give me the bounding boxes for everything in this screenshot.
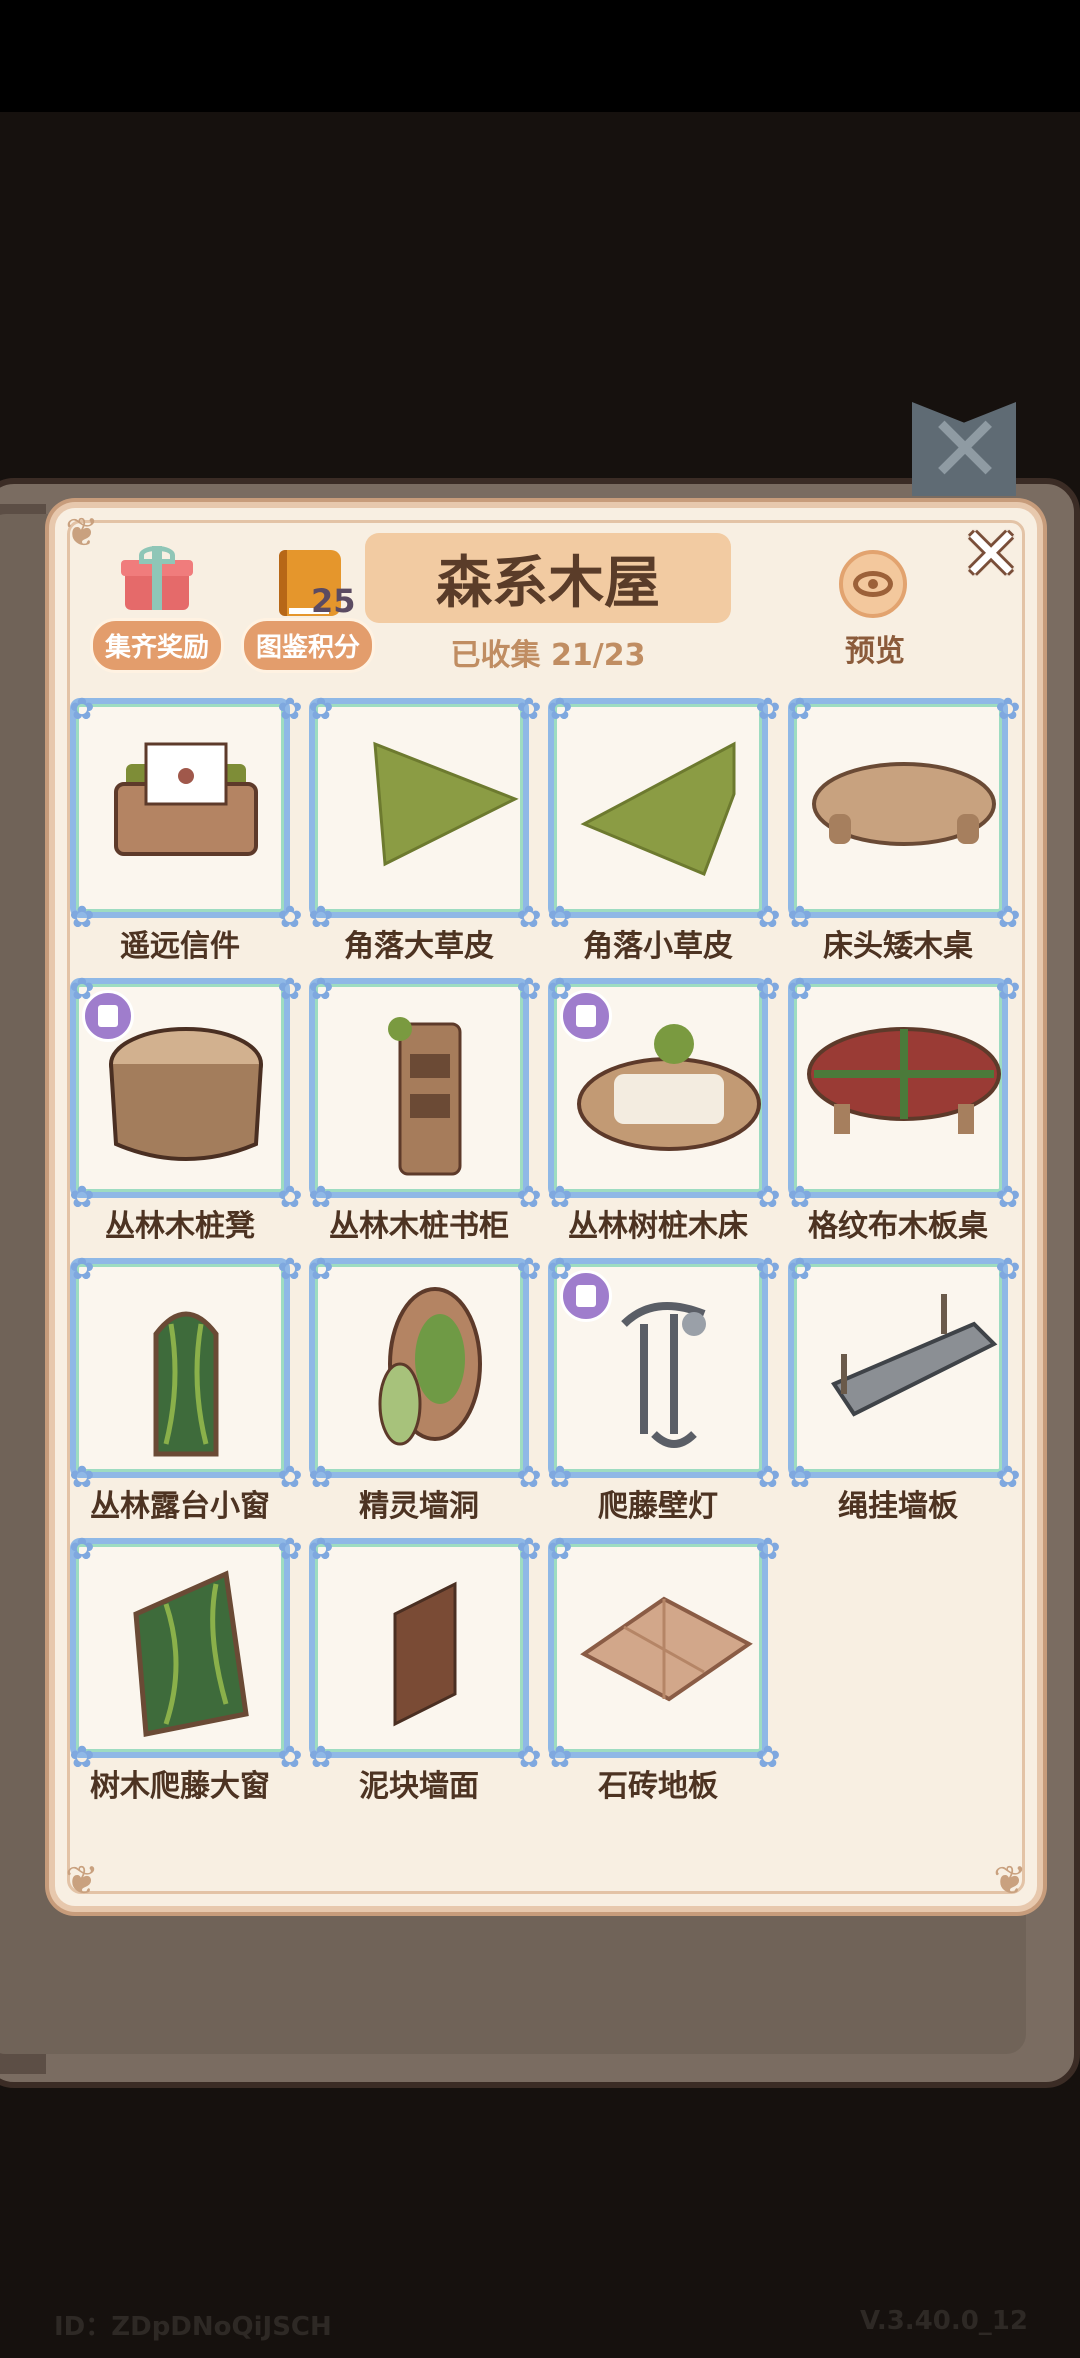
ribbon-bow-icon: ✿	[995, 1252, 1021, 1287]
collection-item[interactable]: ✿ ✿ ✿ ✿ 角落小草皮	[547, 692, 780, 964]
ribbon-bow-icon: ✿	[755, 972, 781, 1007]
collection-item[interactable]: ✿ ✿ ✿ ✿ 精灵墙洞	[308, 1252, 541, 1524]
version-label: V.3.40.0_12	[860, 2306, 1028, 2336]
eye-icon	[839, 550, 907, 618]
collection-item[interactable]: ✿ ✿ ✿ ✿ 丛林树桩木床	[547, 972, 780, 1244]
ribbon-bow-icon: ✿	[308, 1252, 334, 1287]
fairy-hole-image	[378, 1287, 482, 1446]
ribbon-bow-icon: ✿	[755, 1252, 781, 1287]
codex-points-button[interactable]: 25 图鉴积分	[241, 538, 376, 673]
item-frame: ✿ ✿ ✿ ✿	[787, 972, 1020, 1215]
item-frame: ✿ ✿ ✿ ✿	[308, 1252, 541, 1495]
codex-points-count: 25	[311, 582, 356, 620]
close-button[interactable]: ✕	[959, 512, 1023, 596]
set-reward-label: 集齐奖励	[89, 618, 224, 673]
gift-icon	[121, 546, 193, 610]
item-frame: ✿ ✿ ✿ ✿	[787, 1252, 1020, 1495]
collection-item[interactable]: ✿ ✿ ✿ ✿ 绳挂墙板	[787, 1252, 1020, 1524]
ribbon-bow-icon: ✿	[308, 972, 334, 1007]
interactive-badge-icon	[82, 990, 134, 1042]
item-name: 角落小草皮	[583, 929, 733, 964]
stump-bookshelf-image	[388, 1017, 462, 1176]
set-reward-button[interactable]: 集齐奖励	[67, 538, 247, 673]
item-frame: ✿ ✿ ✿ ✿	[69, 972, 302, 1215]
item-name: 泥块墙面	[359, 1769, 479, 1804]
item-name: 遥远信件	[120, 929, 240, 964]
ribbon-bow-icon: ✿	[995, 692, 1021, 727]
item-name: 丛林木桩书柜	[329, 1209, 509, 1244]
collection-item[interactable]: ✿ ✿ ✿ ✿ 丛林露台小窗	[69, 1252, 302, 1524]
ribbon-bow-icon: ✿	[69, 692, 95, 727]
collection-item[interactable]: ✿ ✿ ✿ ✿ 爬藤壁灯	[547, 1252, 780, 1524]
collection-item[interactable]: ✿ ✿ ✿ ✿ 格纹布木板桌	[787, 972, 1020, 1244]
item-name: 绳挂墙板	[838, 1489, 958, 1524]
ribbon-bow-icon: ✿	[755, 1532, 781, 1567]
close-icon: ✕	[960, 512, 1022, 596]
item-frame: ✿ ✿ ✿ ✿	[69, 1532, 302, 1775]
ribbon-bow-icon: ✿	[787, 692, 813, 727]
user-id: ID：ZDpDNoQiJSCH	[54, 2312, 332, 2342]
item-name: 角落大草皮	[344, 929, 494, 964]
item-name: 丛林露台小窗	[90, 1489, 270, 1524]
page-title: 森系木屋	[365, 533, 731, 623]
item-frame: ✿ ✿ ✿ ✿	[69, 1252, 302, 1495]
letter-box-image	[114, 742, 258, 856]
collection-item[interactable]: ✿ ✿ ✿ ✿ 遥远信件	[69, 692, 302, 964]
ribbon-bow-icon: ✿	[69, 1252, 95, 1287]
mud-wall-image	[393, 1581, 457, 1727]
preview-label: 预览	[845, 634, 905, 669]
interactive-badge-icon	[560, 1270, 612, 1322]
item-name: 格纹布木板桌	[808, 1209, 988, 1244]
item-frame: ✿ ✿ ✿ ✿	[547, 692, 780, 935]
collection-item[interactable]: ✿ ✿ ✿ ✿ 丛林木桩凳	[69, 972, 302, 1244]
collection-item[interactable]: ✿ ✿ ✿ ✿ 树木爬藤大窗	[69, 1532, 302, 1804]
corner-ornament-icon: ❦	[65, 1858, 99, 1904]
low-wood-table-image	[812, 762, 996, 846]
item-frame: ✿ ✿ ✿ ✿	[308, 1532, 541, 1775]
item-name: 石砖地板	[598, 1769, 718, 1804]
item-name: 精灵墙洞	[359, 1489, 479, 1524]
item-name: 爬藤壁灯	[598, 1489, 718, 1524]
item-name: 床头矮木桌	[823, 929, 973, 964]
small-grass-corner-image	[580, 741, 736, 876]
codex-points-label: 图鉴积分	[241, 618, 376, 673]
collection-item[interactable]: ✿ ✿ ✿ ✿ 石砖地板	[547, 1532, 780, 1804]
item-name: 树木爬藤大窗	[90, 1769, 270, 1804]
plaid-table-image	[807, 1027, 1001, 1134]
jungle-window-image	[153, 1311, 219, 1457]
rope-shelf-image	[831, 1294, 998, 1417]
collection-item[interactable]: ✿ ✿ ✿ ✿ 角落大草皮	[308, 692, 541, 964]
ribbon-bow-icon: ✿	[755, 692, 781, 727]
background-close-icon: ✕	[926, 396, 1004, 503]
ribbon-bow-icon: ✿	[308, 1532, 334, 1567]
ribbon-bow-icon: ✿	[787, 972, 813, 1007]
item-frame: ✿ ✿ ✿ ✿	[547, 1252, 780, 1495]
stone-floor-image	[580, 1596, 753, 1702]
item-name: 丛林树桩木床	[568, 1209, 748, 1244]
ribbon-bow-icon: ✿	[995, 972, 1021, 1007]
item-frame: ✿ ✿ ✿ ✿	[308, 972, 541, 1215]
collection-panel: ❦ ❦ ❦ 集齐奖励 25 图鉴积分 森系木屋 已收集 21/23 预览 ✕ ✿…	[55, 508, 1037, 1906]
item-name: 丛林木桩凳	[105, 1209, 255, 1244]
vine-big-window-image	[133, 1570, 249, 1738]
item-frame: ✿ ✿ ✿ ✿	[308, 692, 541, 935]
interactive-badge-icon	[560, 990, 612, 1042]
collection-item[interactable]: ✿ ✿ ✿ ✿ 泥块墙面	[308, 1532, 541, 1804]
status-bar-area	[0, 0, 1080, 112]
ribbon-bow-icon: ✿	[787, 1252, 813, 1287]
ribbon-bow-icon: ✿	[547, 1532, 573, 1567]
corner-ornament-icon: ❦	[993, 1858, 1027, 1904]
ribbon-bow-icon: ✿	[69, 1532, 95, 1567]
collected-count: 已收集 21/23	[450, 638, 646, 673]
item-frame: ✿ ✿ ✿ ✿	[787, 692, 1020, 935]
item-frame: ✿ ✿ ✿ ✿	[547, 1532, 780, 1775]
ribbon-bow-icon: ✿	[308, 692, 334, 727]
ribbon-bow-icon: ✿	[547, 692, 573, 727]
collection-item[interactable]: ✿ ✿ ✿ ✿ 丛林木桩书柜	[308, 972, 541, 1244]
collection-item[interactable]: ✿ ✿ ✿ ✿ 床头矮木桌	[787, 692, 1020, 964]
item-frame: ✿ ✿ ✿ ✿	[69, 692, 302, 935]
big-grass-corner-image	[373, 741, 519, 867]
item-frame: ✿ ✿ ✿ ✿	[547, 972, 780, 1215]
